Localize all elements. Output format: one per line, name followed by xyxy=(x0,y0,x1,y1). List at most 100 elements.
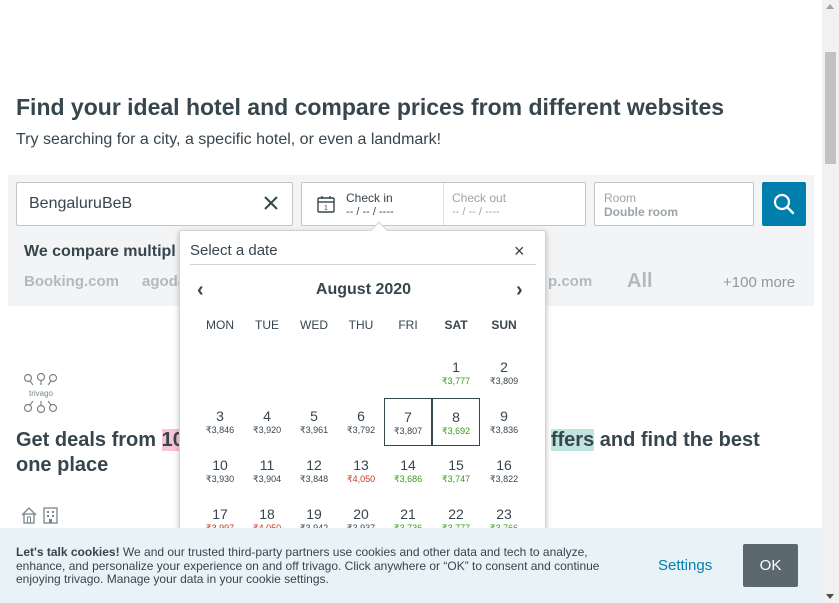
calendar-day[interactable]: 10 ₹3,930 xyxy=(196,447,244,495)
partner-logo-booking: Booking.com xyxy=(24,273,120,290)
deals-line2: one place xyxy=(16,454,109,476)
day-price: ₹3,692 xyxy=(441,426,471,436)
day-number: 21 xyxy=(400,506,416,522)
calendar-day[interactable]: 9 ₹3,836 xyxy=(480,398,528,446)
calendar-day[interactable]: 4 ₹3,920 xyxy=(243,398,291,446)
svg-text:1: 1 xyxy=(324,205,328,212)
weekday-sat: SAT xyxy=(444,318,468,332)
day-number: 15 xyxy=(448,457,464,473)
day-number: 14 xyxy=(400,457,416,473)
day-price: ₹3,792 xyxy=(346,425,376,435)
datepicker-close-icon[interactable]: × xyxy=(514,242,525,260)
partners-title: We compare multipl xyxy=(24,243,176,260)
day-price: ₹3,686 xyxy=(393,474,423,484)
day-number: 7 xyxy=(404,409,412,425)
calendar-day[interactable]: 6 ₹3,792 xyxy=(337,398,385,446)
day-price: ₹3,920 xyxy=(252,425,282,435)
scroll-up-arrow-icon[interactable] xyxy=(826,4,834,9)
search-icon xyxy=(773,193,795,215)
date-selector[interactable]: 1 Check in -- / -- / ---- Check out -- /… xyxy=(301,182,586,226)
weekday-tue: TUE xyxy=(255,318,279,332)
day-price: ₹4,050 xyxy=(346,474,376,484)
destination-value: BengaluruBeB xyxy=(29,195,133,212)
building-icon xyxy=(43,507,58,524)
svg-text:trivago: trivago xyxy=(29,389,54,398)
chevron-right-icon[interactable]: › xyxy=(516,279,523,302)
day-number: 5 xyxy=(310,408,318,424)
checkin-value: -- / -- / ---- xyxy=(346,206,394,218)
day-price: ₹3,747 xyxy=(441,474,471,484)
datepicker-popup: Select a date × August 2020 ‹ › MON TUE WE… xyxy=(179,221,546,540)
page-subtitle: Try searching for a city, a specific hot… xyxy=(16,131,442,148)
destination-input[interactable]: BengaluruBeB xyxy=(16,182,293,226)
checkout-field[interactable]: Check out -- / -- / ---- xyxy=(444,183,586,225)
calendar-day[interactable]: 5 ₹3,961 xyxy=(290,398,338,446)
day-price: ₹3,846 xyxy=(205,425,235,435)
calendar-day[interactable]: 11 ₹3,904 xyxy=(243,447,291,495)
calendar-icon: 1 xyxy=(317,196,335,213)
day-number: 19 xyxy=(306,506,322,522)
weekday-mon: MON xyxy=(206,318,234,332)
room-selector[interactable]: Room Double room xyxy=(594,182,754,226)
room-value: Double room xyxy=(604,205,678,219)
cookie-ok-button[interactable]: OK xyxy=(743,544,798,587)
day-number: 12 xyxy=(306,457,322,473)
day-number: 20 xyxy=(353,506,369,522)
calendar-day[interactable]: 13 ₹4,050 xyxy=(337,447,385,495)
calendar-day[interactable]: 1 ₹3,777 xyxy=(432,349,480,397)
search-button[interactable] xyxy=(762,182,806,226)
trivago-logo-icon: trivago xyxy=(23,372,58,414)
calendar-day[interactable]: 2 ₹3,809 xyxy=(480,349,528,397)
day-number: 16 xyxy=(496,457,512,473)
deals-prefix: Get deals from xyxy=(16,429,162,451)
day-number: 18 xyxy=(259,506,275,522)
calendar-day[interactable]: 8 ₹3,692 xyxy=(432,398,480,446)
datepicker-month: August 2020 xyxy=(315,281,412,298)
page-title: Find your ideal hotel and compare prices… xyxy=(16,94,725,120)
day-price: ₹3,809 xyxy=(489,376,519,386)
chevron-left-icon[interactable]: ‹ xyxy=(197,279,204,302)
house-icon xyxy=(21,507,37,524)
day-price: ₹3,836 xyxy=(489,425,519,435)
day-number: 6 xyxy=(357,408,365,424)
feature-icons xyxy=(20,505,72,530)
divider xyxy=(190,264,536,265)
day-number: 17 xyxy=(212,506,228,522)
day-price: ₹3,848 xyxy=(299,474,329,484)
day-price: ₹3,822 xyxy=(489,474,519,484)
close-icon[interactable] xyxy=(262,194,280,212)
weekday-thu: THU xyxy=(348,318,374,332)
calendar-day[interactable]: 12 ₹3,848 xyxy=(290,447,338,495)
calendar-day[interactable]: 14 ₹3,686 xyxy=(384,447,432,495)
day-price: ₹3,777 xyxy=(441,376,471,386)
partner-logo-all: All xyxy=(627,270,653,292)
day-number: 3 xyxy=(216,408,224,424)
weekday-wed: WED xyxy=(300,318,328,332)
day-number: 23 xyxy=(496,506,512,522)
checkin-field[interactable]: 1 Check in -- / -- / ---- xyxy=(302,183,444,225)
calendar-day[interactable]: 3 ₹3,846 xyxy=(196,398,244,446)
checkout-label: Check out xyxy=(452,191,507,205)
cookie-text: Let's talk cookies! We and our trusted t… xyxy=(16,545,616,587)
calendar-day[interactable]: 16 ₹3,822 xyxy=(480,447,528,495)
day-price: ₹3,930 xyxy=(205,474,235,484)
day-price: ₹3,961 xyxy=(299,425,329,435)
datepicker-header: Select a date xyxy=(190,242,278,259)
day-number: 11 xyxy=(259,457,275,473)
deals-highlight-offers: ffers xyxy=(550,429,595,451)
scroll-down-arrow-icon[interactable] xyxy=(826,594,834,599)
day-number: 1 xyxy=(452,359,460,375)
deals-suffix: and find the best xyxy=(594,429,760,451)
day-price: ₹3,807 xyxy=(393,426,423,436)
calendar-day[interactable]: 7 ₹3,807 xyxy=(384,398,432,446)
cookie-banner[interactable]: Let's talk cookies! We and our trusted t… xyxy=(0,528,822,603)
checkin-label: Check in xyxy=(346,191,393,205)
day-number: 2 xyxy=(500,359,508,375)
room-label: Room xyxy=(604,191,637,205)
scrollbar-thumb[interactable] xyxy=(825,52,836,164)
cookie-settings-link[interactable]: Settings xyxy=(658,557,712,574)
partners-more-link[interactable]: +100 more xyxy=(723,274,795,291)
calendar-day[interactable]: 15 ₹3,747 xyxy=(432,447,480,495)
day-number: 8 xyxy=(452,409,460,425)
vertical-scrollbar[interactable] xyxy=(822,0,839,603)
